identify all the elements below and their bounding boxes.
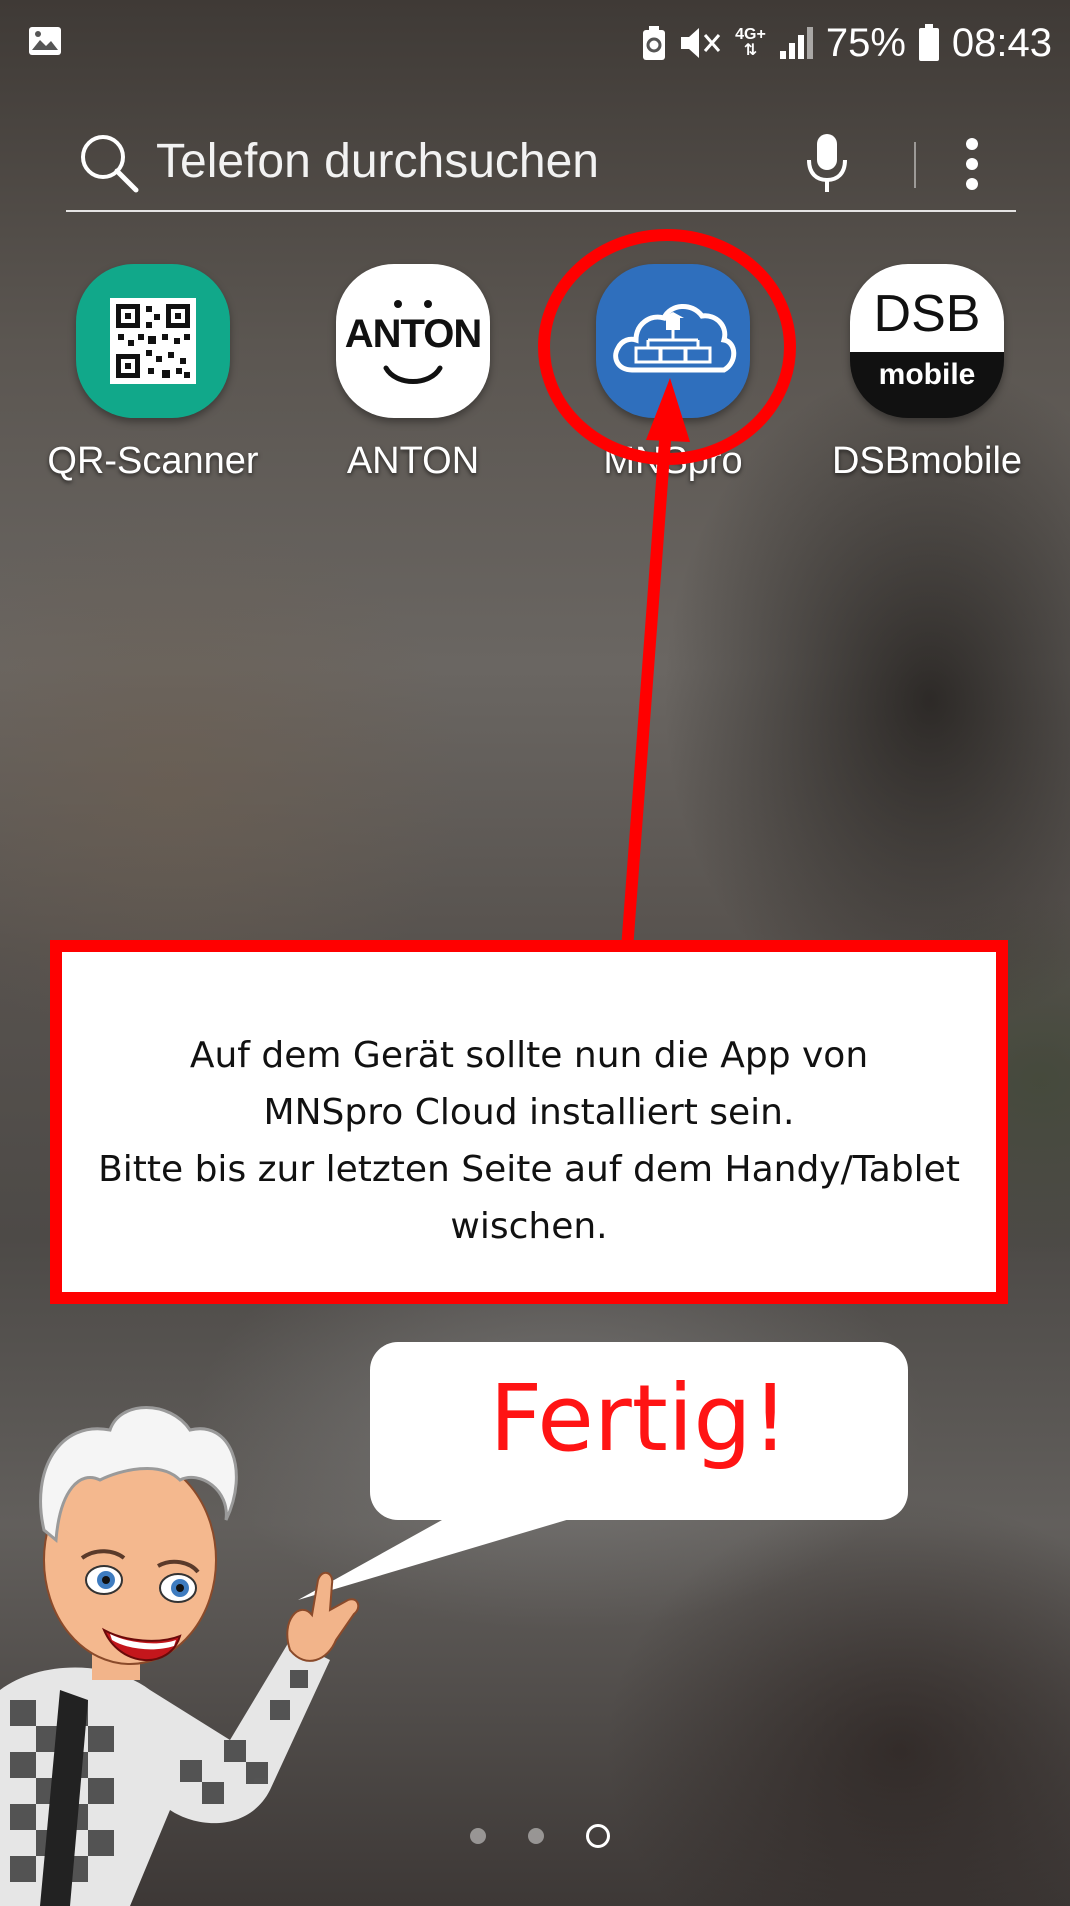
avatar	[0, 1406, 360, 1906]
page-dot[interactable]	[528, 1828, 544, 1844]
home-screen: 4G+ ⇅ 75% 08:43 Telefon durchsuchen QR-S…	[0, 0, 1070, 1906]
page-dot-active[interactable]	[586, 1824, 610, 1848]
page-indicator[interactable]	[470, 1824, 610, 1848]
page-dot[interactable]	[470, 1828, 486, 1844]
